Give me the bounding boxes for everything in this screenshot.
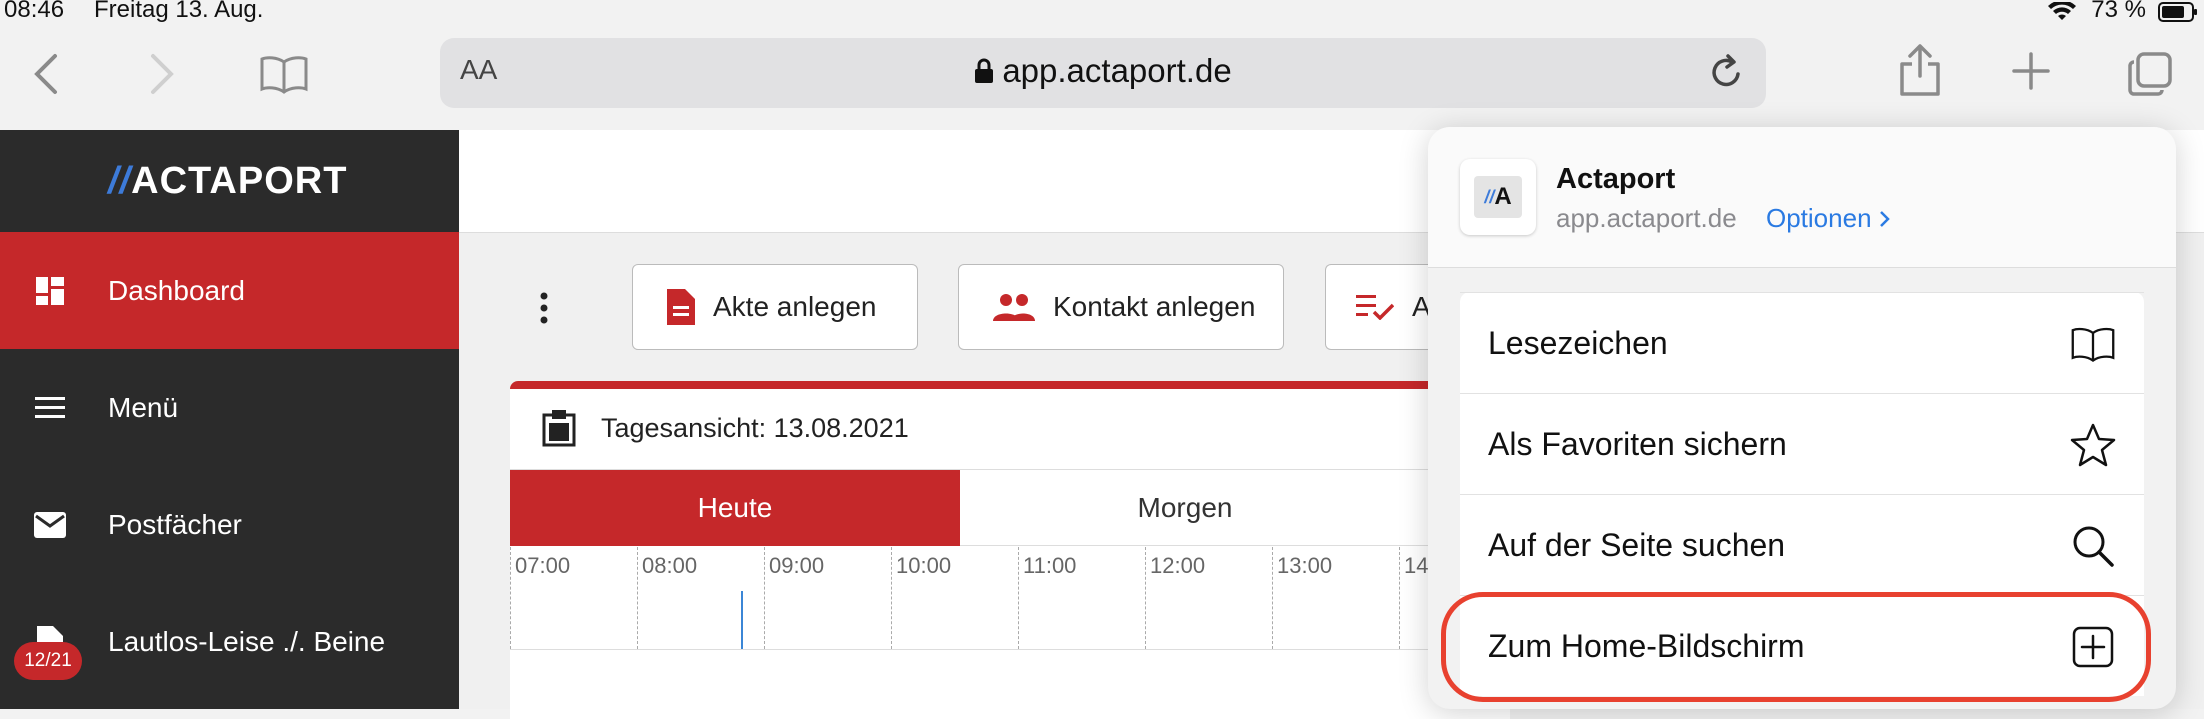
options-link[interactable]: Optionen [1766,203,1891,234]
book-icon [260,56,308,94]
sidebar: //ACTAPORT Dashboard Menü Postfächer Lau… [0,130,459,709]
sidebar-item-postfaecher[interactable]: Postfächer [0,466,459,583]
sidebar-item-label: Lautlos-Leise ./. Beine [108,625,386,657]
menu-item-label: Lesezeichen [1488,324,1668,361]
status-date: Freitag 13. Aug. [94,0,264,23]
highlight-ring [1441,592,2151,702]
app-thumbnail: //A [1460,159,1536,235]
chevron-right-icon [151,54,174,94]
sidebar-item-akte[interactable]: Lautlos-Leise ./. Beine [0,583,459,700]
share-button[interactable] [1894,38,1946,102]
share-icon [1900,44,1940,96]
sidebar-item-label: Menü [108,391,179,423]
create-contact-button[interactable]: Kontakt anlegen [958,264,1284,350]
chevron-right-icon [1879,211,1890,227]
hour-slot[interactable]: 09:00 [764,547,824,649]
document-icon [667,289,695,325]
menu-icon [34,392,66,424]
hour-slot[interactable]: 13:00 [1272,547,1332,649]
bookmarks-button[interactable] [258,48,310,100]
people-icon [993,293,1035,321]
new-tab-button[interactable] [2008,48,2054,94]
dashboard-icon [34,275,66,307]
sidebar-item-dashboard[interactable]: Dashboard [0,232,459,349]
shared-app-name: Actaport [1556,163,1676,195]
hour-slot[interactable]: 10:00 [891,547,951,649]
sidebar-item-label: Dashboard [108,274,245,306]
menu-item-label: Als Favoriten sichern [1488,425,1787,462]
address-bar[interactable]: AA app.actaport.de [440,38,1766,108]
search-icon [2070,523,2116,569]
url-display[interactable]: app.actaport.de [440,52,1766,90]
tab-today[interactable]: Heute [510,470,960,546]
plus-icon [2012,52,2050,90]
back-button[interactable] [24,46,68,102]
forward-button[interactable] [140,46,184,102]
shared-url: app.actaport.de [1556,203,1737,233]
create-file-label: Akte anlegen [713,291,877,322]
sidebar-item-menu[interactable]: Menü [0,349,459,466]
day-view-title: Tagesansicht: 13.08.2021 [601,413,909,443]
star-icon [2070,422,2116,468]
menu-item-find-on-page[interactable]: Auf der Seite suchen [1460,494,2144,595]
menu-item-favorite[interactable]: Als Favoriten sichern [1460,393,2144,494]
battery-percent: 73 % [2091,0,2146,23]
hour-timeline: 07:00 08:00 09:00 10:00 11:00 12:00 13:0… [510,547,1510,650]
url-text: app.actaport.de [1002,52,1232,89]
tabs-overview-button[interactable] [2124,48,2176,100]
hour-slot[interactable]: 12:00 [1145,547,1205,649]
menu-item-bookmark[interactable]: Lesezeichen [1460,292,2144,393]
create-contact-label: Kontakt anlegen [1053,291,1256,322]
mail-icon [34,509,66,541]
app-logo[interactable]: //ACTAPORT [108,160,347,203]
browser-toolbar: AA app.actaport.de [0,26,2204,131]
logo-text: ACTAPORT [131,160,348,202]
day-view-header: Tagesansicht: 13.08.2021 [510,389,1510,470]
create-file-button[interactable]: Akte anlegen [632,264,918,350]
lock-icon [975,58,994,83]
hour-slot[interactable]: 14 [1399,547,1428,649]
clipboard-icon [542,410,576,447]
book-icon [2070,321,2116,367]
logo-slashes: // [108,160,132,202]
hour-slot[interactable]: 07:00 [510,547,570,649]
checklist-icon [1356,294,1394,320]
tabs-icon [2128,52,2172,96]
status-time: 08:46 [4,0,65,23]
more-options-icon[interactable] [539,292,549,324]
reload-icon[interactable] [1708,52,1744,92]
day-tabs: Heute Morgen [510,470,1510,546]
menu-item-label: Auf der Seite suchen [1488,526,1786,563]
hour-slot[interactable]: 11:00 [1018,547,1076,649]
current-time-indicator [741,591,743,649]
battery-icon [2158,2,2197,22]
status-bar: 08:46 Freitag 13. Aug. 73 % [0,0,2204,26]
share-sheet-header: //A Actaport app.actaport.de Optionen [1428,127,2176,268]
day-view-card: Tagesansicht: 13.08.2021 Heute Morgen 07… [510,381,1510,719]
chevron-left-icon [34,54,57,94]
wifi-icon [2048,2,2076,20]
page-counter-badge: 12/21 [14,642,82,680]
hour-slot[interactable]: 08:00 [637,547,697,649]
sidebar-item-label: Postfächer [108,508,242,540]
